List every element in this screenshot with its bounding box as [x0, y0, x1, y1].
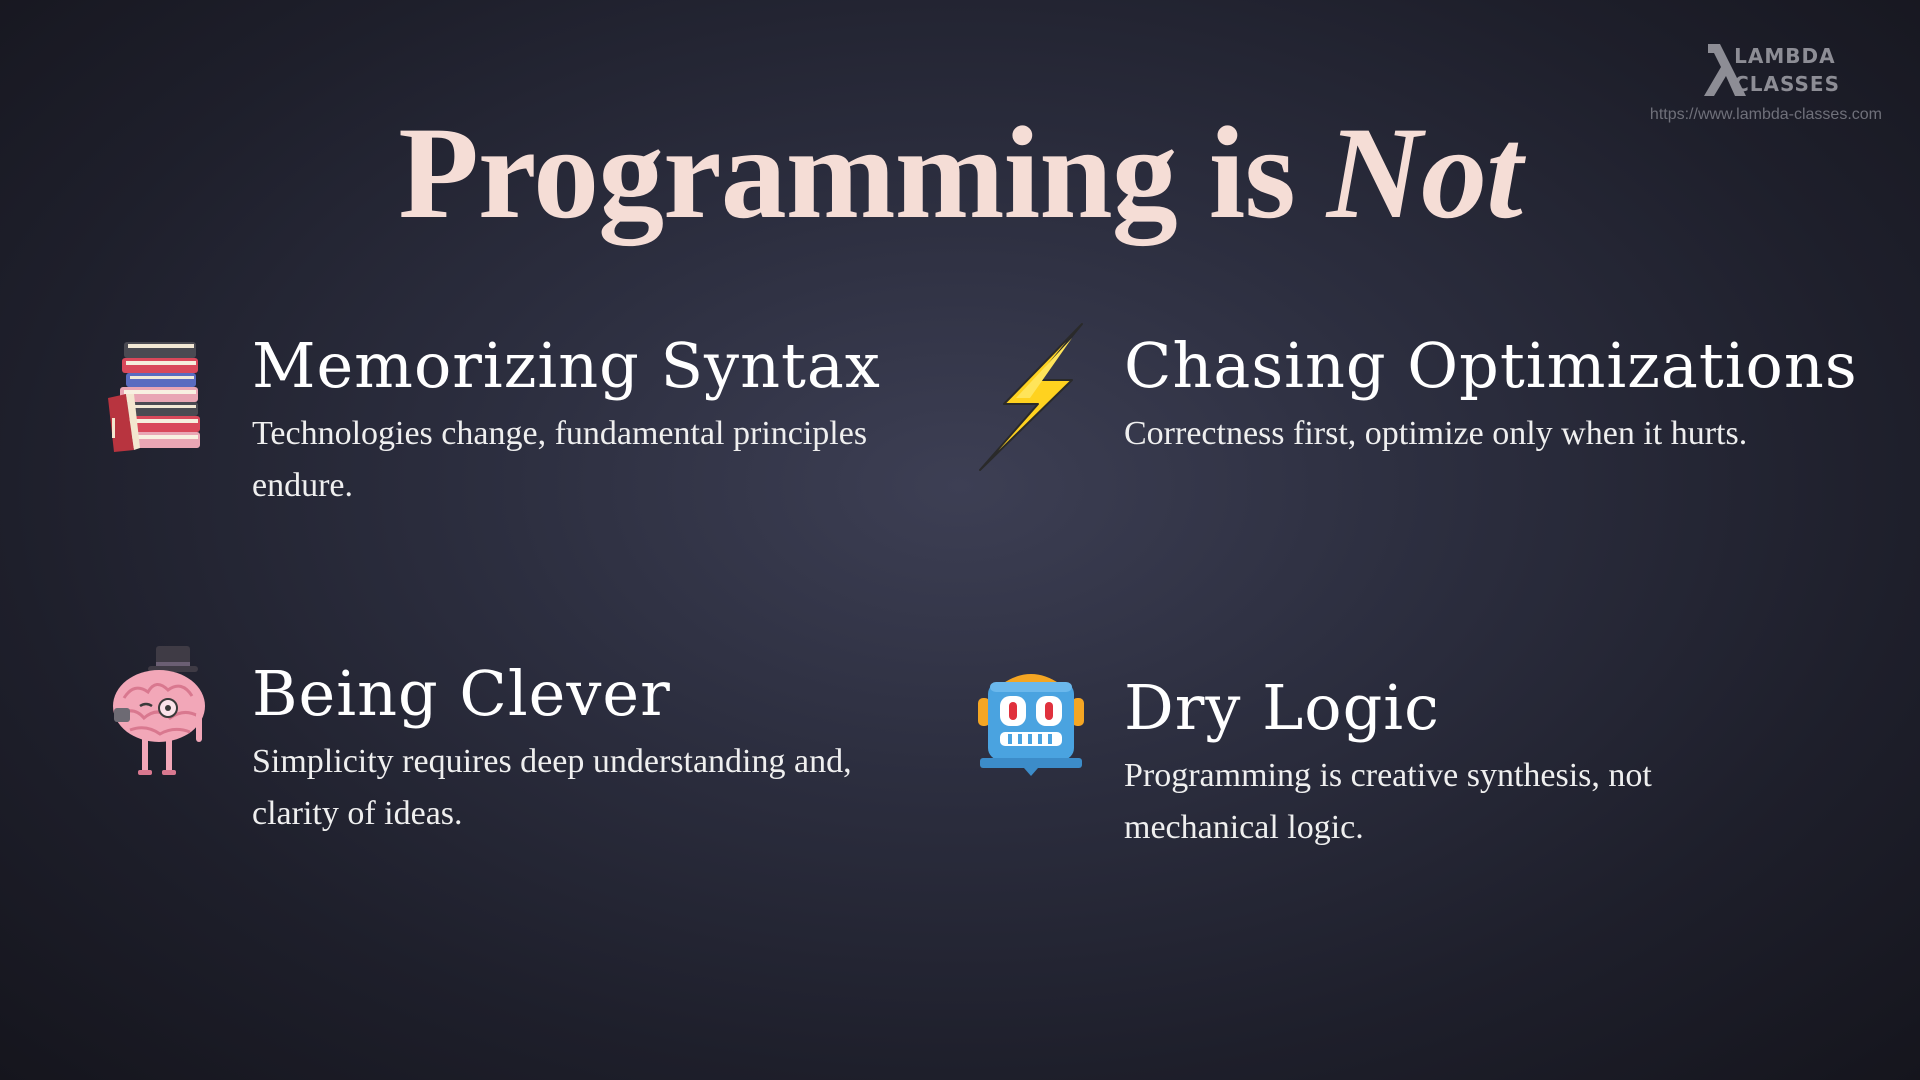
card-description: Correctness first, optimize only when it…: [1124, 415, 1748, 452]
title-main: Programming is: [398, 99, 1327, 246]
brand-name: LAMBDA CLASSES: [1734, 42, 1840, 98]
slide: LAMBDA CLASSES https://www.lambda-classe…: [0, 0, 1920, 1080]
card-heading: Memorizing Syntax: [252, 329, 881, 402]
card-description: Programming is creative synthesis, not m…: [1124, 757, 1652, 846]
card-heading: Dry Logic: [1124, 671, 1440, 744]
card-heading: Chasing Optimizations: [1124, 329, 1858, 402]
brain-icon: [113, 646, 205, 775]
card-description: Simplicity requires deep understanding a…: [252, 743, 852, 832]
books-icon: [108, 342, 200, 452]
lightning-icon: [979, 323, 1083, 471]
brand-name-line2: CLASSES: [1734, 72, 1840, 96]
robot-icon: [978, 674, 1084, 776]
card-heading: Being Clever: [252, 657, 671, 730]
brand-name-line1: LAMBDA: [1734, 44, 1836, 68]
title-emphasis: Not: [1326, 99, 1523, 246]
card-description: Technologies change, fundamental princip…: [252, 415, 868, 504]
page-title: Programming is Not: [0, 98, 1920, 248]
